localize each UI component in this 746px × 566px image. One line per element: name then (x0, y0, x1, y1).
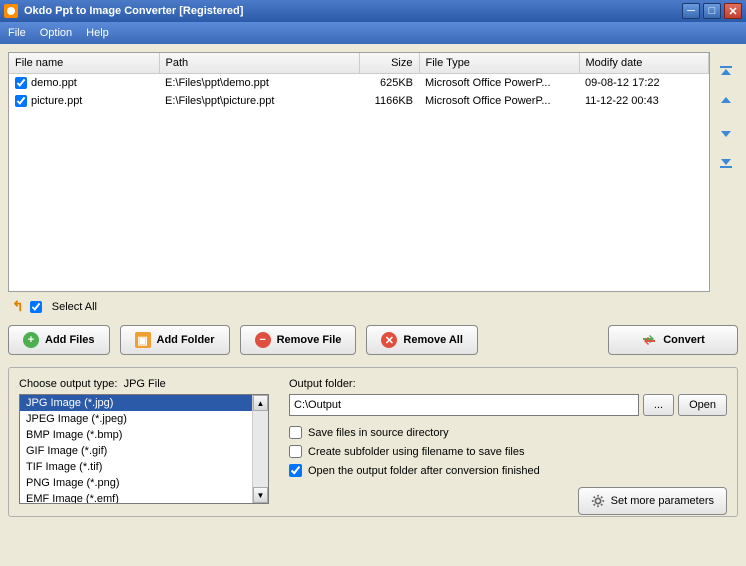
plus-icon: + (23, 332, 39, 348)
list-item[interactable]: TIF Image (*.tif) (20, 459, 252, 475)
col-filetype[interactable]: File Type (419, 53, 579, 74)
file-table[interactable]: File name Path Size File Type Modify dat… (8, 52, 710, 292)
save-source-checkbox[interactable] (289, 426, 302, 439)
list-item[interactable]: JPEG Image (*.jpeg) (20, 411, 252, 427)
create-subfolder-checkbox[interactable] (289, 445, 302, 458)
move-bottom-button[interactable] (716, 152, 736, 172)
table-row[interactable]: picture.pptE:\Files\ppt\picture.ppt1166K… (9, 92, 709, 110)
parent-folder-icon[interactable]: ↰ (12, 298, 24, 315)
remove-file-button[interactable]: −Remove File (240, 325, 357, 355)
list-item[interactable]: EMF Image (*.emf) (20, 491, 252, 503)
list-item[interactable]: JPG Image (*.jpg) (20, 395, 252, 411)
menu-help[interactable]: Help (86, 27, 109, 39)
table-row[interactable]: demo.pptE:\Files\ppt\demo.ppt625KBMicros… (9, 74, 709, 93)
list-item[interactable]: PNG Image (*.png) (20, 475, 252, 491)
save-source-label: Save files in source directory (308, 427, 449, 439)
reorder-buttons (714, 52, 738, 292)
menu-option[interactable]: Option (40, 27, 72, 39)
move-up-button[interactable] (716, 92, 736, 112)
close-button[interactable]: ✕ (724, 3, 742, 19)
output-folder-input[interactable] (289, 394, 639, 416)
menu-bar: File Option Help (0, 22, 746, 44)
open-after-label: Open the output folder after conversion … (308, 465, 540, 477)
col-size[interactable]: Size (359, 53, 419, 74)
col-modify[interactable]: Modify date (579, 53, 709, 74)
scroll-down-button[interactable]: ▼ (253, 487, 268, 503)
minus-icon: − (255, 332, 271, 348)
set-more-parameters-button[interactable]: Set more parameters (578, 487, 727, 515)
minimize-button[interactable]: ─ (682, 3, 700, 19)
listbox-scrollbar[interactable]: ▲ ▼ (252, 395, 268, 503)
convert-icon (641, 332, 657, 348)
output-folder-label: Output folder: (289, 378, 727, 390)
remove-all-button[interactable]: ✕Remove All (366, 325, 478, 355)
menu-file[interactable]: File (8, 27, 26, 39)
add-folder-button[interactable]: ▣Add Folder (120, 325, 230, 355)
gear-icon (591, 494, 605, 508)
move-down-button[interactable] (716, 122, 736, 142)
output-type-listbox[interactable]: JPG Image (*.jpg)JPEG Image (*.jpeg)BMP … (19, 394, 269, 504)
output-type-current: JPG File (124, 378, 166, 390)
move-top-button[interactable] (716, 62, 736, 82)
col-path[interactable]: Path (159, 53, 359, 74)
list-item[interactable]: BMP Image (*.bmp) (20, 427, 252, 443)
open-folder-button[interactable]: Open (678, 394, 727, 416)
create-subfolder-label: Create subfolder using filename to save … (308, 446, 524, 458)
folder-icon: ▣ (135, 332, 151, 348)
window-title: Okdo Ppt to Image Converter [Registered] (24, 5, 682, 17)
app-logo-icon (4, 4, 18, 18)
x-icon: ✕ (381, 332, 397, 348)
list-item[interactable]: GIF Image (*.gif) (20, 443, 252, 459)
title-bar: Okdo Ppt to Image Converter [Registered]… (0, 0, 746, 22)
col-filename[interactable]: File name (9, 53, 159, 74)
browse-button[interactable]: ... (643, 394, 674, 416)
convert-button[interactable]: Convert (608, 325, 738, 355)
row-checkbox[interactable] (15, 95, 27, 107)
row-checkbox[interactable] (15, 77, 27, 89)
scroll-up-button[interactable]: ▲ (253, 395, 268, 411)
add-files-button[interactable]: +Add Files (8, 325, 110, 355)
maximize-button[interactable]: □ (703, 3, 721, 19)
output-type-label: Choose output type: (19, 378, 117, 390)
select-all-label: Select All (52, 301, 97, 313)
open-after-checkbox[interactable] (289, 464, 302, 477)
select-all-checkbox[interactable] (30, 301, 42, 313)
